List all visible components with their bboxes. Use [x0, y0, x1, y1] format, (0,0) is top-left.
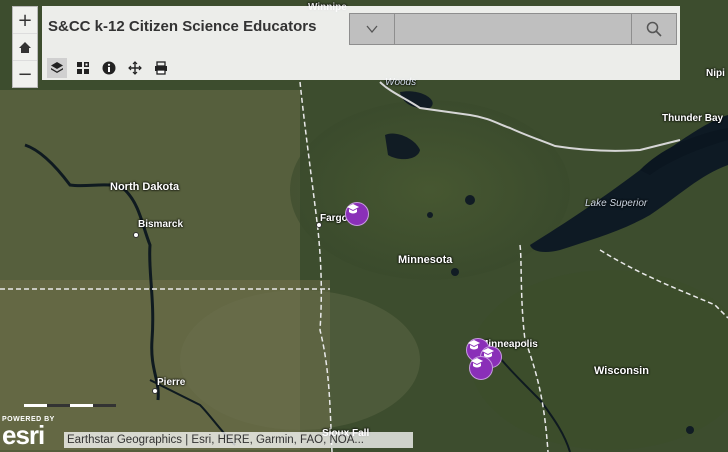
info-button[interactable]: [99, 58, 119, 78]
layers-tool-button[interactable]: [47, 58, 67, 78]
graduation-cap-icon: [471, 358, 483, 368]
toolbar: [47, 58, 171, 78]
map-attribution[interactable]: Earthstar Geographics | Esri, HERE, Garm…: [64, 432, 413, 448]
search-icon: [646, 21, 662, 37]
print-button[interactable]: [151, 58, 171, 78]
basemap-gallery-icon: [77, 62, 89, 74]
chevron-down-icon: [366, 25, 378, 33]
educator-marker[interactable]: [469, 356, 493, 380]
map-label-north-dakota: North Dakota: [110, 181, 180, 193]
graduation-cap-icon: [347, 204, 359, 214]
map-label-minnesota: Minnesota: [398, 254, 453, 266]
zoom-in-button[interactable]: +: [13, 7, 37, 34]
home-button[interactable]: [13, 34, 37, 61]
search-button[interactable]: [631, 14, 676, 44]
map-label-bismarck: Bismarck: [138, 219, 184, 230]
search-widget: [349, 13, 677, 45]
measure-icon: [128, 61, 142, 75]
map-label-nipigon: Nipi: [706, 68, 725, 79]
basemap-gallery-button[interactable]: [73, 58, 93, 78]
zoom-controls: + −: [12, 6, 38, 88]
esri-wordmark: esri: [2, 420, 45, 450]
city-dot-fargo: [316, 222, 322, 228]
city-dot-bismarck: [133, 232, 139, 238]
graduation-cap-icon: [468, 340, 480, 350]
zoom-out-button[interactable]: −: [13, 61, 37, 87]
layers-icon: [51, 62, 63, 73]
app-title: S&CC k-12 Citizen Science Educators: [48, 18, 317, 35]
map-label-thunder-bay: Thunder Bay: [662, 113, 724, 124]
header-panel: S&CC k-12 Citizen Science Educators: [42, 6, 680, 80]
search-input[interactable]: [395, 14, 631, 44]
home-icon: [19, 41, 31, 53]
educator-marker[interactable]: [345, 202, 369, 226]
city-dot-pierre: [152, 388, 158, 394]
info-icon: [102, 61, 116, 75]
map-label-fargo: Fargo: [320, 213, 348, 224]
scale-bar: [24, 394, 116, 407]
esri-logo[interactable]: POWERED BY esri: [2, 416, 55, 450]
map-label-pierre: Pierre: [157, 377, 186, 388]
measure-button[interactable]: [125, 58, 145, 78]
search-source-dropdown[interactable]: [350, 14, 395, 44]
print-icon: [155, 61, 167, 75]
map-label-wisconsin: Wisconsin: [594, 365, 649, 377]
map-label-lake-superior: Lake Superior: [585, 198, 648, 209]
